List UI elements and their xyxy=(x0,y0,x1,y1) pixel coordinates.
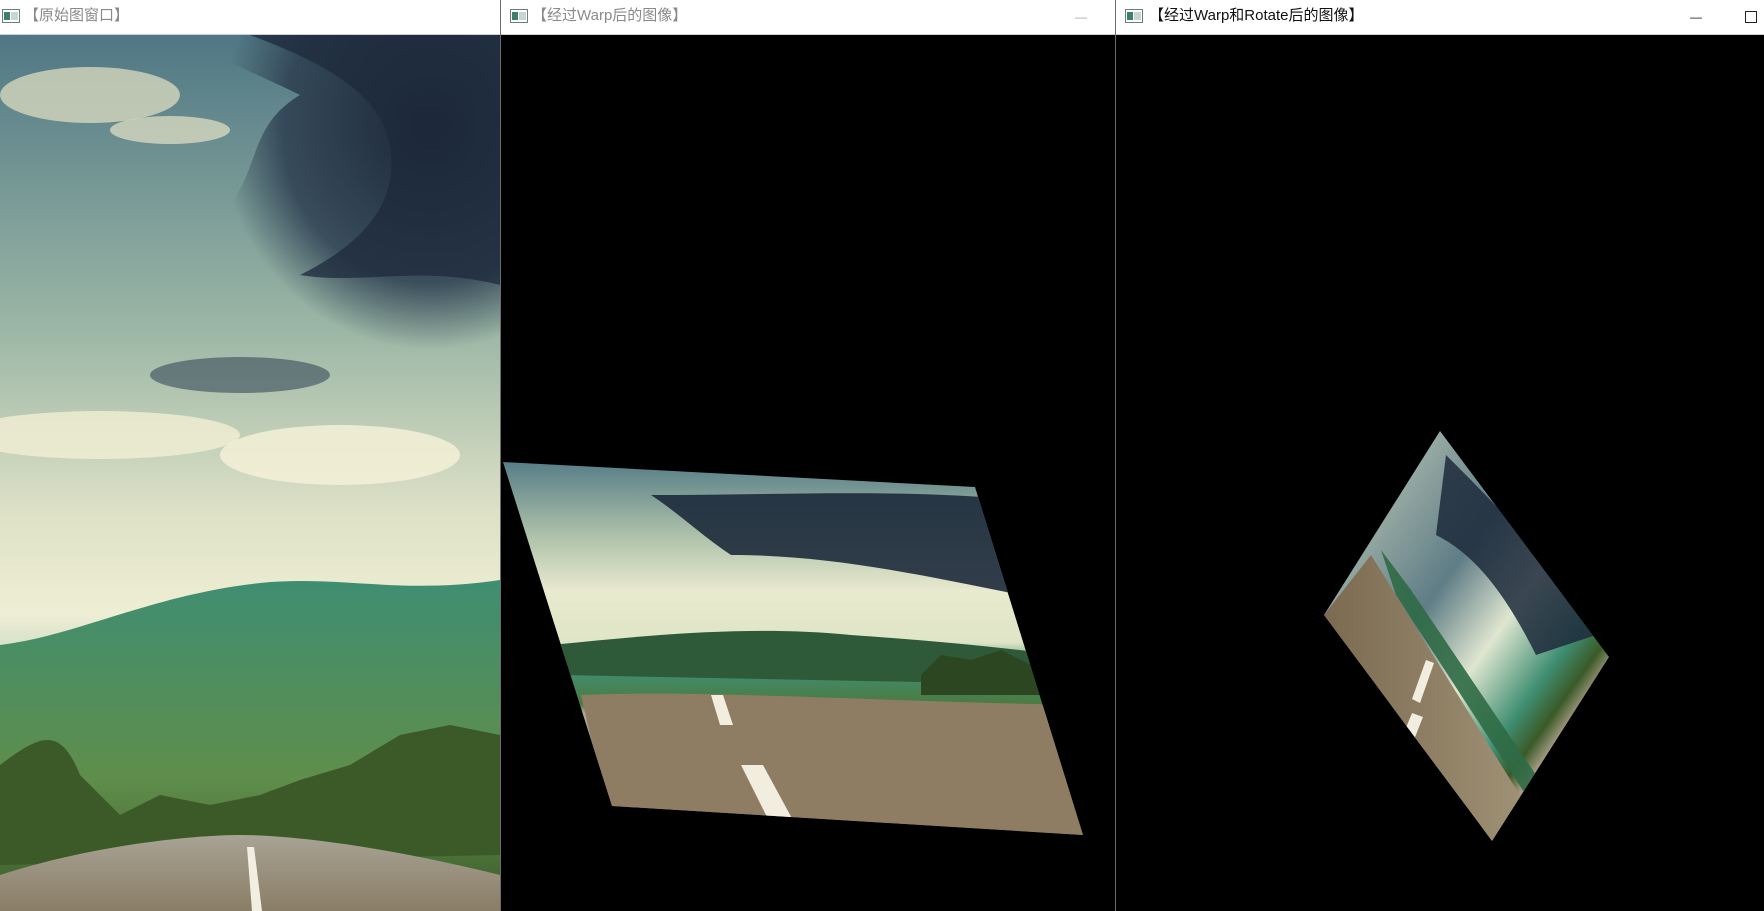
warped-road-image xyxy=(503,462,1083,835)
app-window-icon xyxy=(510,9,528,23)
app-window-icon xyxy=(1125,9,1143,23)
minimize-button[interactable]: — xyxy=(1681,0,1711,34)
title-bar[interactable]: 【原始图窗口】 xyxy=(0,0,500,35)
original-road-image xyxy=(0,35,500,911)
minimize-button[interactable]: — xyxy=(1066,0,1096,34)
original-image-canvas xyxy=(0,35,500,911)
warp-image-canvas xyxy=(501,35,1115,911)
warp-image-window: 【经过Warp后的图像】 — xyxy=(501,0,1115,911)
title-bar[interactable]: 【经过Warp和Rotate后的图像】 — xyxy=(1116,0,1764,35)
original-image-window: 【原始图窗口】 xyxy=(0,0,500,911)
maximize-button[interactable] xyxy=(1736,0,1764,34)
warp-rotate-image-canvas xyxy=(1116,35,1764,911)
warped-rotated-road-image xyxy=(1324,431,1609,841)
warp-rotate-image-window: 【经过Warp和Rotate后的图像】 — xyxy=(1116,0,1764,911)
minimize-icon: — xyxy=(1075,10,1087,24)
minimize-icon: — xyxy=(1690,10,1702,24)
window-title: 【经过Warp后的图像】 xyxy=(532,7,688,24)
maximize-icon xyxy=(1745,11,1757,23)
title-bar[interactable]: 【经过Warp后的图像】 — xyxy=(501,0,1115,35)
window-title: 【原始图窗口】 xyxy=(24,7,130,24)
window-title: 【经过Warp和Rotate后的图像】 xyxy=(1149,7,1364,24)
app-window-icon xyxy=(2,9,20,23)
